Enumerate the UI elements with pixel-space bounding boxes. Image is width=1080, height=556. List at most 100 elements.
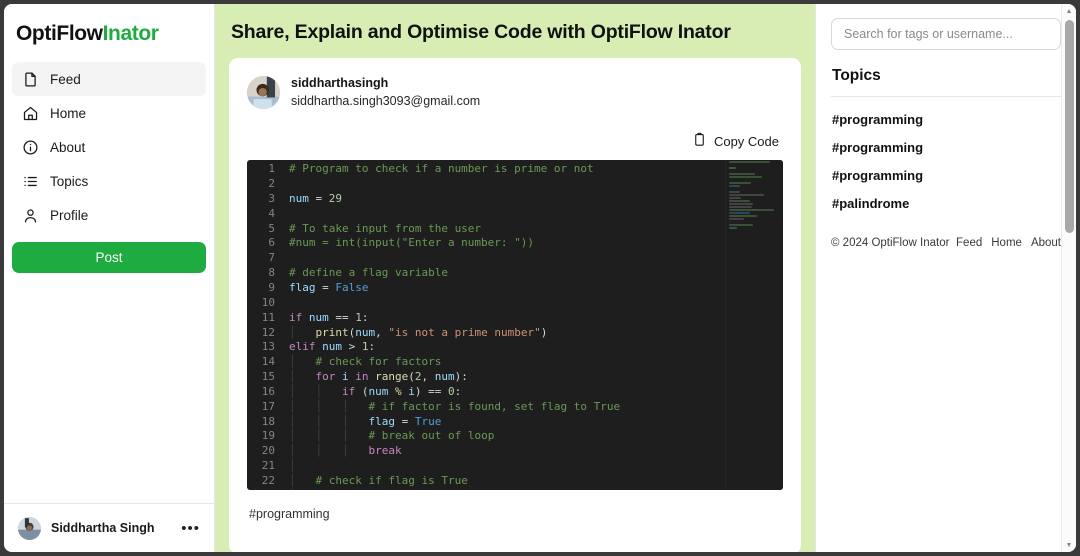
line-number: 2: [247, 177, 289, 192]
sidebar-item-label: About: [50, 140, 85, 155]
code-text: │ │ │ # break out of loop: [289, 429, 494, 444]
copyright-text: © 2024 OptiFlow Inator: [831, 237, 956, 249]
code-line: 3num = 29: [247, 192, 783, 207]
page-title: Share, Explain and Optimise Code with Op…: [229, 4, 801, 58]
sidebar-item-feed[interactable]: Feed: [12, 62, 206, 96]
line-number: 18: [247, 415, 289, 430]
topic-item[interactable]: #programming: [831, 140, 1061, 168]
page-scrollbar[interactable]: ▲ ▼: [1061, 4, 1076, 552]
line-number: 10: [247, 296, 289, 311]
line-number: 16: [247, 385, 289, 400]
brand-accent: Inator: [103, 22, 159, 45]
post-header: siddharthasingh siddhartha.singh3093@gma…: [247, 74, 783, 110]
code-text: #num = int(input("Enter a number: ")): [289, 236, 534, 251]
code-line: 22│ # check if flag is True: [247, 474, 783, 489]
line-number: 9: [247, 281, 289, 296]
line-number: 12: [247, 326, 289, 341]
line-number: 7: [247, 251, 289, 266]
sidebar-footer: © 2024 OptiFlow Inator Feed Home About: [831, 224, 1061, 249]
code-text: if num == 1:: [289, 311, 369, 326]
sidebar-item-topics[interactable]: Topics: [12, 164, 206, 198]
clipboard-icon: [692, 132, 707, 150]
code-line: 5# To take input from the user: [247, 222, 783, 237]
code-line: 18│ │ │ flag = True: [247, 415, 783, 430]
scroll-down-arrow-icon[interactable]: ▼: [1062, 538, 1076, 552]
code-text: │ │ │ flag = True: [289, 415, 441, 430]
footer-link-home[interactable]: Home: [991, 237, 1022, 249]
app-logo[interactable]: OptiFlowInator: [4, 4, 214, 62]
line-number: 21: [247, 459, 289, 474]
code-text: elif num > 1:: [289, 340, 375, 355]
sidebar-item-label: Feed: [50, 72, 81, 87]
sidebar-item-profile[interactable]: Profile: [12, 198, 206, 232]
post-tag[interactable]: #programming: [247, 490, 783, 521]
post-button[interactable]: Post: [12, 242, 206, 273]
code-text: # To take input from the user: [289, 222, 481, 237]
line-number: 4: [247, 207, 289, 222]
code-text: flag = False: [289, 281, 369, 296]
code-line: 4: [247, 207, 783, 222]
home-icon: [22, 105, 39, 122]
code-block[interactable]: 1# Program to check if a number is prime…: [247, 160, 783, 490]
copy-code-label: Copy Code: [714, 134, 779, 149]
line-number: 22: [247, 474, 289, 489]
code-line: 7: [247, 251, 783, 266]
app-window: OptiFlowInator Feed Home About: [4, 4, 1076, 552]
line-number: 20: [247, 444, 289, 459]
sidebar-item-label: Profile: [50, 208, 88, 223]
code-line: 19│ │ │ # break out of loop: [247, 429, 783, 444]
topic-item[interactable]: #programming: [831, 168, 1061, 196]
avatar: [18, 517, 41, 540]
sidebar-item-label: Home: [50, 106, 86, 121]
code-text: # Program to check if a number is prime …: [289, 162, 594, 177]
copy-code-row: Copy Code: [247, 110, 783, 160]
line-number: 15: [247, 370, 289, 385]
copy-code-button[interactable]: Copy Code: [692, 132, 779, 150]
code-text: │ print(num, "is not a prime number"): [289, 326, 547, 341]
topic-item[interactable]: #programming: [831, 112, 1061, 140]
code-line: 15│ for i in range(2, num):: [247, 370, 783, 385]
info-circle-icon: [22, 139, 39, 156]
line-number: 3: [247, 192, 289, 207]
code-line: 13elif num > 1:: [247, 340, 783, 355]
post-author-email: siddhartha.singh3093@gmail.com: [291, 92, 480, 110]
code-text: │: [289, 459, 296, 474]
line-number: 6: [247, 236, 289, 251]
user-icon: [22, 207, 39, 224]
code-line: 9flag = False: [247, 281, 783, 296]
code-text: │ # check if flag is True: [289, 474, 468, 489]
code-text: │ │ │ # if factor is found, set flag to …: [289, 400, 620, 415]
post-author-block: siddharthasingh siddhartha.singh3093@gma…: [291, 74, 480, 110]
post-author: siddharthasingh: [291, 74, 480, 92]
footer-link-about[interactable]: About: [1031, 237, 1061, 249]
more-options-icon[interactable]: •••: [181, 521, 200, 536]
code-line: 21│: [247, 459, 783, 474]
topics-heading: Topics: [831, 50, 1061, 96]
footer-link-feed[interactable]: Feed: [956, 237, 982, 249]
code-line: 12│ print(num, "is not a prime number"): [247, 326, 783, 341]
scrollbar-thumb[interactable]: [1065, 20, 1074, 233]
divider: [831, 96, 1061, 97]
sidebar-spacer: [4, 273, 214, 503]
topic-item[interactable]: #palindrome: [831, 196, 1061, 224]
code-text: │ │ │ break: [289, 444, 402, 459]
sidebar-item-home[interactable]: Home: [12, 96, 206, 130]
sidebar-item-label: Topics: [50, 174, 88, 189]
scroll-up-arrow-icon[interactable]: ▲: [1062, 4, 1076, 18]
sidebar-nav: Feed Home About Topics: [4, 62, 214, 232]
line-number: 1: [247, 162, 289, 177]
search-input[interactable]: [831, 18, 1061, 50]
sidebar-item-about[interactable]: About: [12, 130, 206, 164]
code-text: # define a flag variable: [289, 266, 448, 281]
code-text: num = 29: [289, 192, 342, 207]
code-lines: 1# Program to check if a number is prime…: [247, 162, 783, 490]
code-text: │ # check for factors: [289, 355, 441, 370]
line-number: 14: [247, 355, 289, 370]
code-line: 14│ # check for factors: [247, 355, 783, 370]
sidebar-user-footer[interactable]: Siddhartha Singh •••: [4, 503, 214, 552]
list-icon: [22, 173, 39, 190]
avatar[interactable]: [247, 76, 280, 109]
code-line: 8# define a flag variable: [247, 266, 783, 281]
post-card: siddharthasingh siddhartha.singh3093@gma…: [229, 58, 801, 552]
line-number: 17: [247, 400, 289, 415]
